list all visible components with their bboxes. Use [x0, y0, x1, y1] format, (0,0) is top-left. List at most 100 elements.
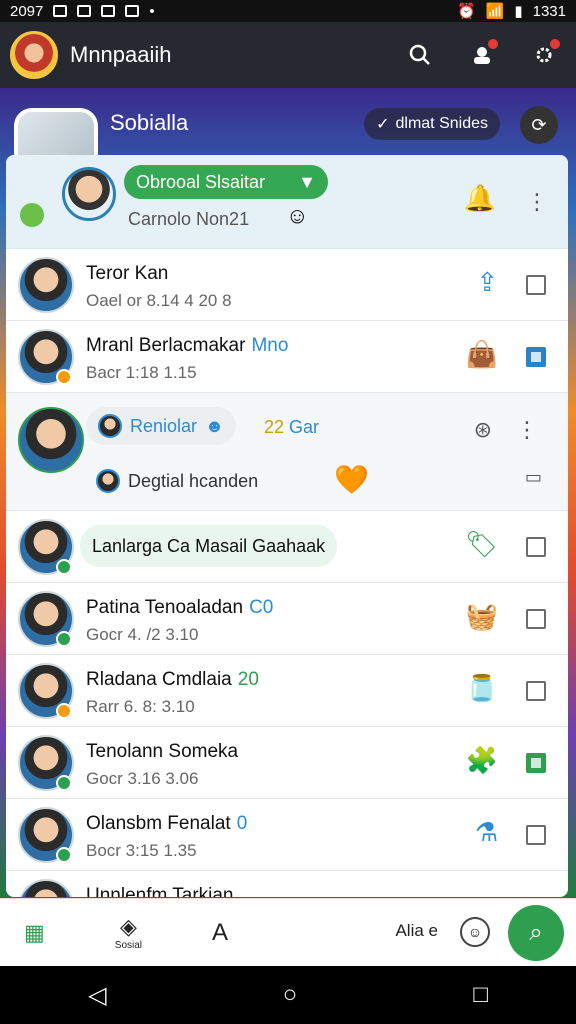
home-icon[interactable]: ○ [283, 981, 298, 1009]
basket-icon[interactable]: 🧺 [466, 601, 498, 632]
select-checkbox[interactable] [526, 347, 546, 367]
status-badge [56, 631, 72, 647]
puzzle-icon[interactable]: 🧩 [466, 745, 498, 776]
hero-chip[interactable]: ✓ dlmat Snides [364, 108, 500, 140]
nav-social-label: Sosial [114, 940, 143, 951]
settings-button[interactable] [522, 33, 566, 77]
list-item[interactable]: Rladana Cmdlaia 20 Rarr 6. 8: 3.10 🫙 [6, 655, 568, 727]
contact-name: Unnlenfm Tarkian [86, 885, 234, 897]
nav-home[interactable]: ▦ [24, 920, 45, 946]
app-bar: Mnnpaaiih [0, 22, 576, 88]
contact-sub: Gocr 4. /2 3.10 [86, 625, 199, 644]
list-item[interactable]: Tenolann Someka Gocr 3.16 3.06 🧩 [6, 727, 568, 799]
refresh-button[interactable]: ⟳ [520, 106, 558, 144]
system-nav-bar: ◁ ○ □ [0, 966, 576, 1024]
contact-name-text: Mranl Berlacmakar [86, 335, 246, 356]
doc-icon[interactable]: ▭ [525, 467, 542, 488]
select-checkbox[interactable] [526, 825, 546, 845]
contact-name: Rladana Cmdlaia 20 [86, 669, 259, 691]
app-actions [398, 33, 566, 77]
status-badge [56, 559, 72, 575]
select-checkbox[interactable] [526, 753, 546, 773]
search-button[interactable] [398, 33, 442, 77]
status-badge [56, 775, 72, 791]
status-left: 2097 • [10, 3, 155, 20]
header-avatar[interactable] [62, 167, 116, 221]
film-icon[interactable]: ⊛ [474, 417, 492, 443]
contact-tag: Mno [251, 335, 289, 356]
hero-title: Sobialla [110, 110, 189, 135]
message-bubble[interactable]: Lanlarga Ca Masail Gaahaak [80, 525, 338, 567]
contact-tag: 0 [236, 813, 248, 834]
contact-name: Mranl Berlacmakar Mno [86, 335, 288, 357]
status-badge [56, 369, 72, 385]
select-checkbox[interactable] [526, 537, 546, 557]
fab-search-button[interactable]: ⌕ [508, 905, 564, 961]
hero-chip-label: dlmat Snides [395, 115, 489, 132]
contact-name: Patina Tenoaladan C0 [86, 597, 273, 619]
bottom-text[interactable]: Alia e [395, 921, 438, 941]
select-checkbox[interactable] [526, 275, 546, 295]
alarm-icon: ⏰ [456, 3, 476, 20]
contact-sub: Rarr 6. 8: 3.10 [86, 697, 195, 716]
smile-icon: ☺ [467, 924, 483, 940]
members-icon[interactable]: ⋮ [526, 189, 548, 215]
list-item[interactable]: Patina Tenoaladan C0 Gocr 4. /2 3.10 🧺 [6, 583, 568, 655]
contact-sub: Bocr 3:15 1.35 [86, 841, 197, 860]
bell-icon[interactable]: 🔔 [464, 183, 496, 214]
tag-icon[interactable]: 🏷 [465, 529, 498, 560]
profile-avatar[interactable] [10, 31, 58, 79]
list-item[interactable]: Mranl Berlacmakar Mno Bacr 1:18 1.15 👜 [6, 321, 568, 393]
text-icon [101, 5, 116, 17]
check-icon: ✓ [376, 116, 390, 133]
contact-name-text: Rladana Cmdlaia [86, 669, 232, 690]
status-time-left: 2097 [10, 2, 44, 20]
list-item[interactable]: Lanlarga Ca Masail Gaahaak 🏷 [6, 511, 568, 583]
contact-sub: Oael or 8.14 4 20 8 [86, 291, 232, 310]
nav-text[interactable]: A [212, 919, 228, 947]
select-checkbox[interactable] [526, 609, 546, 629]
list-item[interactable]: Olansbm Fenalat 0 Bocr 3:15 1.35 ⚗ [6, 799, 568, 871]
calendar-icon [125, 5, 140, 17]
bottom-bar: ▦ ◈ Sosial A Alia e ☺ ⌕ [0, 898, 576, 966]
bag-icon[interactable]: 👜 [466, 339, 498, 370]
list-item[interactable]: Teror Kan Oael or 8.14 4 20 8 ⇪ [6, 249, 568, 321]
select-checkbox[interactable] [526, 681, 546, 701]
app-title: Mnnpaaiih [70, 42, 172, 67]
reply-tag: 22 Gar [264, 417, 319, 438]
list-item[interactable]: Unnlenfm Tarkian [6, 871, 568, 897]
refresh-icon: ⟳ [531, 114, 547, 135]
smile-button[interactable]: ☺ [460, 917, 490, 947]
thread-line: Degtial hcanden [96, 469, 258, 493]
flask-icon[interactable]: ⚗ [475, 817, 498, 848]
list-item-expanded[interactable]: Reniolar ☻ 22 Gar Degtial hcanden 🧡 ⊛ ⋮ … [6, 393, 568, 511]
search-icon: ⌕ [529, 919, 543, 946]
status-right: ⏰ 📶 ▮ 1331 [456, 2, 566, 21]
dot-icon: • [149, 2, 155, 20]
status-time-right: 1331 [532, 2, 566, 20]
cartoon-icon: 🧡 [334, 464, 369, 495]
nav-social[interactable]: ◈ Sosial [115, 914, 142, 951]
text-tool-icon: A [212, 918, 229, 946]
group-dropdown[interactable]: Obrooal Slsaitar ▼ [124, 165, 328, 199]
share-icon[interactable]: ⇪ [476, 267, 498, 298]
contact-name-text: Patina Tenoaladan [86, 597, 244, 618]
notifications-button[interactable] [460, 33, 504, 77]
back-icon[interactable]: ◁ [88, 981, 106, 1010]
badge-icon: 22 [264, 417, 285, 437]
reply-tag-text: Gar [289, 417, 320, 437]
contact-name: Teror Kan [86, 263, 169, 284]
contact-name: Tenolann Someka [86, 741, 239, 762]
more-icon[interactable]: ⋮ [516, 417, 538, 443]
reply-bubble[interactable]: Reniolar ☻ [86, 407, 236, 445]
avatar [18, 879, 74, 897]
notification-badge [488, 39, 498, 49]
jar-icon[interactable]: 🫙 [466, 673, 498, 704]
status-badge [56, 847, 72, 863]
contact-tag: 20 [237, 669, 259, 690]
reply-label: Reniolar [130, 415, 198, 436]
face-icon: ☻ [205, 415, 224, 436]
recents-icon[interactable]: □ [473, 981, 488, 1009]
group-dropdown-label: Obrooal Slsaitar [136, 171, 266, 192]
settings-badge [550, 39, 560, 49]
